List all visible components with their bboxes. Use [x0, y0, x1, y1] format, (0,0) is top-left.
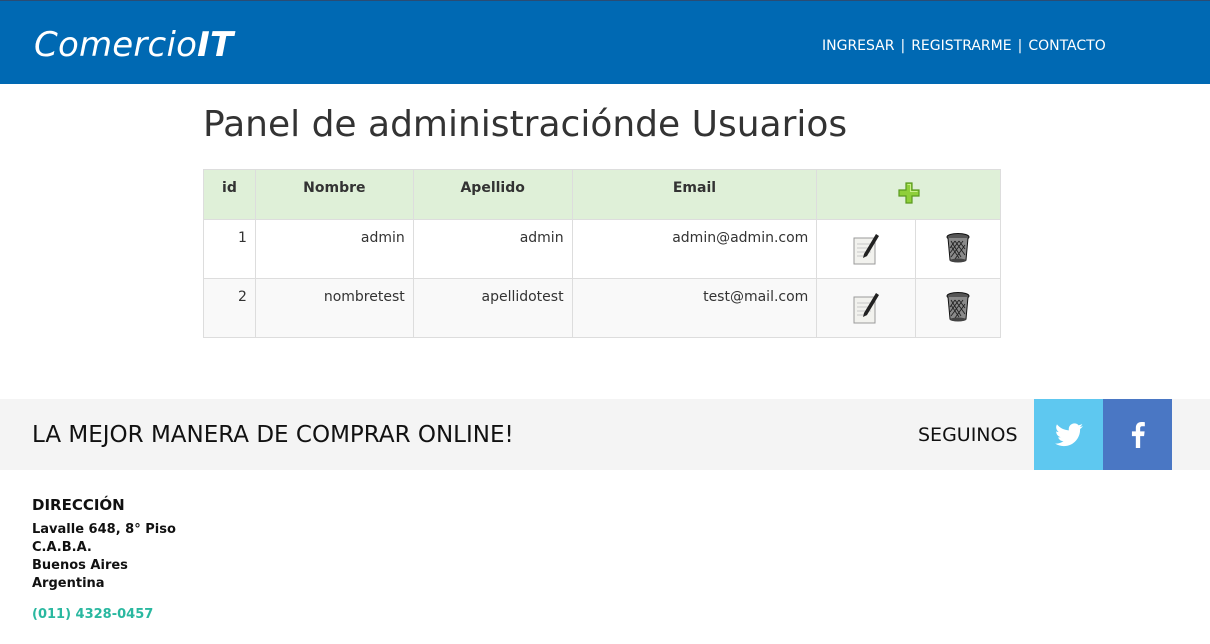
twitter-icon — [1054, 422, 1083, 446]
follow-label: SEGUINOS — [918, 424, 1018, 446]
cell-email: admin@admin.com — [571, 219, 818, 279]
cell-nombre: nombretest — [254, 278, 414, 338]
brand-regular: Comercio — [34, 25, 198, 65]
cell-nombre: admin — [254, 219, 414, 279]
cell-apellido: admin — [412, 219, 573, 279]
cell-id: 1 — [203, 219, 256, 279]
top-navbar: ComercioIT INGRESAR | REGISTRARME | CONTACTO — [0, 0, 1210, 84]
cell-email: test@mail.com — [571, 278, 818, 338]
edit-cell — [816, 278, 917, 338]
twitter-button[interactable] — [1034, 399, 1103, 470]
edit-icon[interactable] — [851, 232, 881, 270]
table-row: 2 nombretest apellidotest test@mail.com — [203, 278, 1001, 338]
page-title: Panel de administraciónde Usuarios — [203, 104, 848, 145]
trash-icon[interactable] — [945, 232, 971, 268]
brand-logo[interactable]: ComercioIT — [34, 25, 233, 65]
column-header-email: Email — [571, 169, 818, 220]
address-block: Lavalle 648, 8° Piso C.A.B.A. Buenos Air… — [32, 521, 176, 593]
address-line: Argentina — [32, 576, 105, 591]
address-title: DIRECCIÓN — [32, 496, 125, 514]
phone-link[interactable]: (011) 4328-0457 — [32, 607, 153, 622]
edit-cell — [816, 219, 917, 279]
nav-ingresar-link[interactable]: INGRESAR — [822, 38, 894, 54]
main-nav: INGRESAR | REGISTRARME | CONTACTO — [822, 37, 1106, 55]
footer-banner: LA MEJOR MANERA DE COMPRAR ONLINE! SEGUI… — [0, 399, 1210, 470]
address-line: Buenos Aires — [32, 558, 128, 573]
nav-separator: | — [1017, 38, 1023, 54]
add-user-cell — [816, 169, 1001, 220]
nav-registrarme-link[interactable]: REGISTRARME — [911, 38, 1011, 54]
facebook-icon — [1131, 421, 1145, 448]
address-line: Lavalle 648, 8° Piso — [32, 522, 176, 537]
nav-contacto-link[interactable]: CONTACTO — [1028, 38, 1105, 54]
trash-icon[interactable] — [945, 291, 971, 327]
nav-separator: | — [900, 38, 906, 54]
column-header-nombre: Nombre — [254, 169, 414, 220]
users-table: id Nombre Apellido Email 1 admin admin a… — [203, 169, 1001, 338]
footer-slogan: LA MEJOR MANERA DE COMPRAR ONLINE! — [32, 422, 514, 448]
table-row: 1 admin admin admin@admin.com — [203, 219, 1001, 279]
cell-apellido: apellidotest — [412, 278, 573, 338]
cell-id: 2 — [203, 278, 256, 338]
edit-icon[interactable] — [851, 291, 881, 329]
brand-bold: IT — [197, 25, 234, 65]
address-line: C.A.B.A. — [32, 540, 92, 555]
facebook-button[interactable] — [1103, 399, 1172, 470]
table-header-row: id Nombre Apellido Email — [203, 169, 1001, 220]
delete-cell — [915, 278, 1001, 338]
plus-icon[interactable] — [898, 182, 920, 208]
column-header-apellido: Apellido — [412, 169, 573, 220]
column-header-id: id — [203, 169, 256, 220]
delete-cell — [915, 219, 1001, 279]
